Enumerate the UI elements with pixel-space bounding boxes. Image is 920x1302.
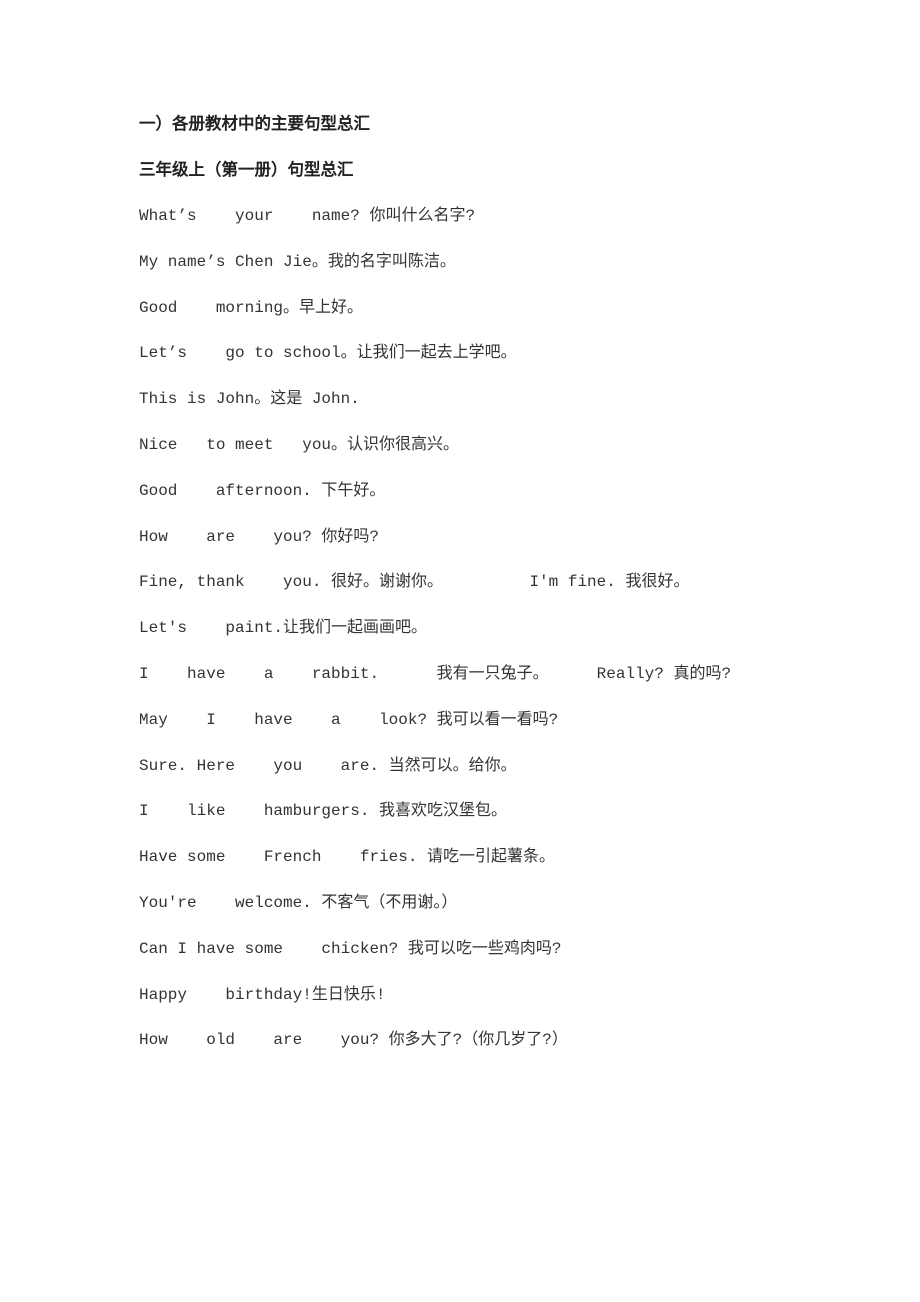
sentence-line: How are you? 你好吗? (139, 527, 380, 546)
sentence-line: Good afternoon. 下午好。 (139, 481, 386, 500)
sentence-line: This is John。这是 John. (139, 390, 360, 409)
section-title: 一）各册教材中的主要句型总汇 (139, 114, 370, 133)
sentence-line: Let's paint.让我们一起画画吧。 (139, 619, 428, 638)
subsection-title: 三年级上（第一册）句型总汇 (139, 160, 354, 179)
sentence-line: Nice to meet you。认识你很高兴。 (139, 435, 460, 454)
sentence-line: Good morning。早上好。 (139, 298, 364, 317)
sentence-line: May I have a look? 我可以看一看吗? (139, 710, 559, 729)
sentence-line: Have some French fries. 请吃一引起薯条。 (139, 848, 556, 867)
sentence-line: I have a rabbit. 我有一只兔子。 Really? 真的吗? (139, 664, 732, 683)
sentence-line: Sure. Here you are. 当然可以。给你。 (139, 756, 517, 775)
sentence-line: How old are you? 你多大了?（你几岁了?） (139, 1031, 568, 1050)
sentence-line: Fine, thank you. 很好。谢谢你。 I'm fine. 我很好。 (139, 573, 690, 592)
sentence-line: Happy birthday!生日快乐! (139, 985, 386, 1004)
sentence-line: Can I have some chicken? 我可以吃一些鸡肉吗? (139, 939, 562, 958)
sentence-line: I like hamburgers. 我喜欢吃汉堡包。 (139, 802, 508, 821)
document-page: 一）各册教材中的主要句型总汇 三年级上（第一册）句型总汇 What’s your… (139, 110, 839, 1072)
sentence-line: You're welcome. 不客气（不用谢。） (139, 893, 458, 912)
sentence-line: My name’s Chen Jie。我的名字叫陈洁。 (139, 252, 456, 271)
sentence-line: What’s your name? 你叫什么名字? (139, 207, 476, 225)
sentence-line: Let’s go to school。让我们一起去上学吧。 (139, 344, 517, 363)
